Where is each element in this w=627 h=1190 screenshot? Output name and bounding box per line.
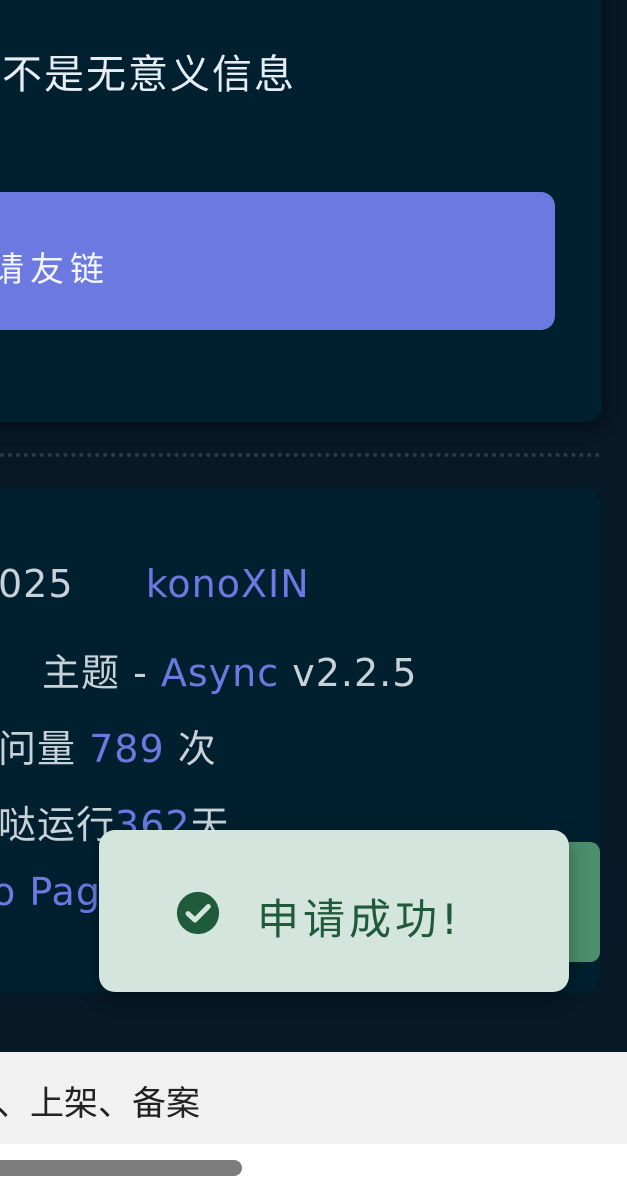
- bottom-info-bar: 、上架、备案: [0, 1052, 627, 1144]
- hosting-link[interactable]: o Pag: [0, 870, 101, 914]
- runtime-prefix: 哒运行: [0, 803, 116, 847]
- success-toast: 申请成功!: [99, 830, 569, 992]
- home-indicator[interactable]: [0, 1160, 242, 1176]
- visits-suffix: 次: [164, 727, 217, 771]
- theme-version: v2.2.5: [279, 651, 418, 695]
- toast-message: 申请成功!: [257, 895, 462, 944]
- visits-count: 789: [89, 727, 165, 771]
- system-gesture-area: [0, 1144, 627, 1190]
- notice-text: 不是无意义信息: [2, 52, 296, 98]
- dotted-divider: [0, 453, 600, 457]
- visits-prefix: 问量: [0, 727, 90, 771]
- theme-line: 主题 - Async v2.2.5: [42, 642, 417, 697]
- theme-link[interactable]: Async: [161, 651, 279, 695]
- author-link[interactable]: konoXIN: [146, 562, 310, 606]
- copyright-year: 025: [0, 562, 74, 606]
- copyright-line: 025 konoXIN: [0, 562, 310, 606]
- apply-link-button-label: 请友链: [0, 250, 110, 290]
- bottom-bar-text: 、上架、备案: [0, 1084, 200, 1124]
- theme-prefix: 主题 -: [42, 651, 161, 695]
- visits-line: 问量 789 次: [0, 718, 217, 773]
- check-circle-icon: [176, 891, 220, 935]
